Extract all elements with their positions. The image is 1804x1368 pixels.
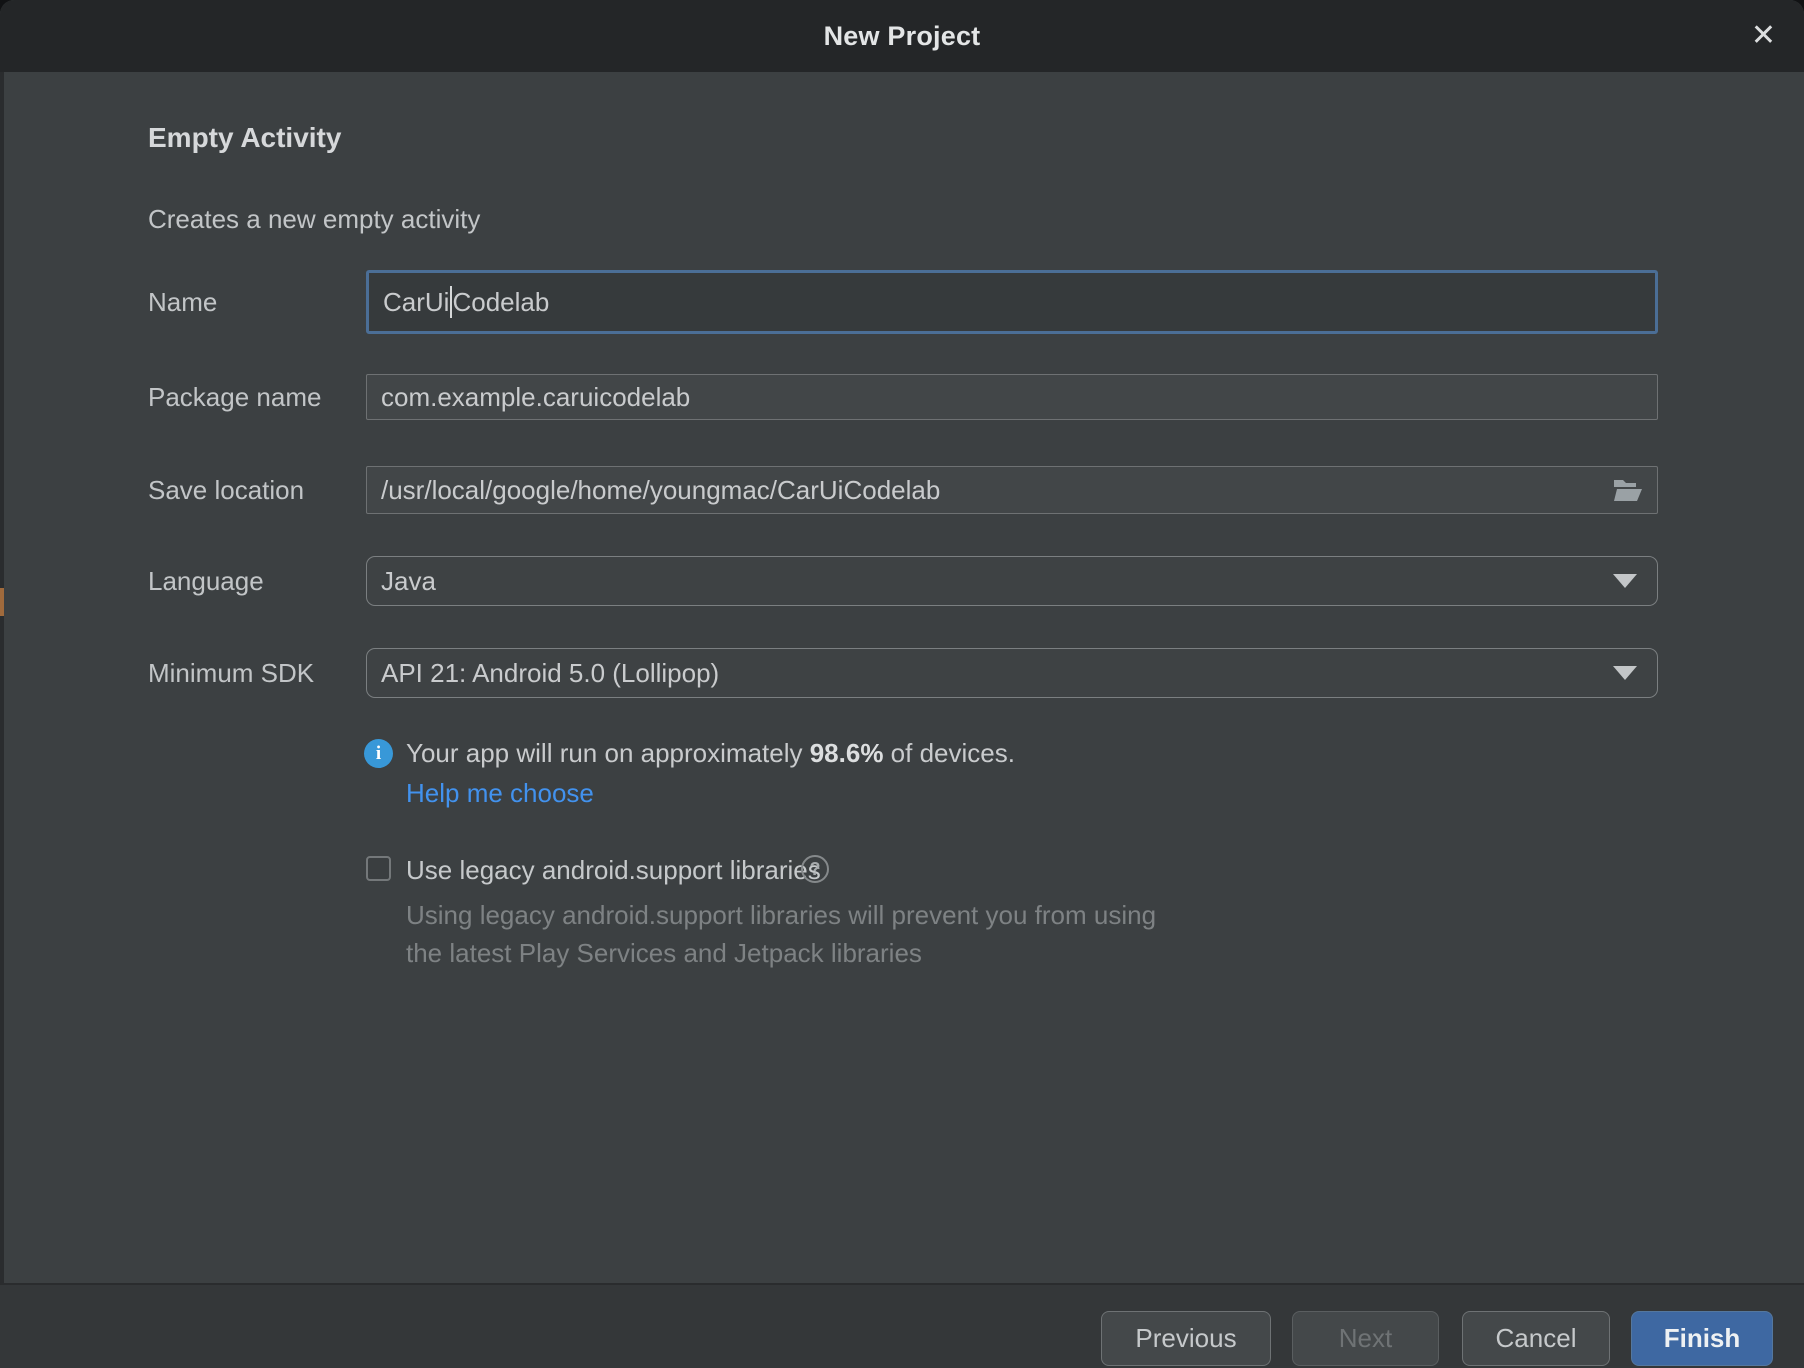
language-dropdown[interactable]: Java	[366, 556, 1658, 606]
left-edge-artifact	[0, 588, 4, 616]
next-button[interactable]: Next	[1292, 1311, 1439, 1366]
sdk-coverage-before: Your app will run on approximately	[406, 738, 810, 768]
sdk-coverage-after: of devices.	[883, 738, 1015, 768]
close-icon[interactable]: ✕	[1751, 21, 1776, 51]
chevron-down-icon	[1613, 666, 1637, 680]
legacy-support-checkbox[interactable]	[366, 856, 391, 881]
minimum-sdk-dropdown[interactable]: API 21: Android 5.0 (Lollipop)	[366, 648, 1658, 698]
open-folder-icon	[1613, 477, 1643, 503]
window-left-edge	[0, 72, 4, 1368]
package-name-input[interactable]: com.example.caruicodelab	[366, 374, 1658, 420]
minimum-sdk-value: API 21: Android 5.0 (Lollipop)	[381, 658, 719, 689]
legacy-description-line1: Using legacy android.support libraries w…	[406, 900, 1156, 931]
dialog-title: New Project	[824, 21, 981, 52]
titlebar: New Project ✕	[0, 0, 1804, 72]
finish-button[interactable]: Finish	[1631, 1311, 1773, 1366]
info-icon: i	[364, 739, 393, 768]
new-project-dialog: New Project ✕ Empty Activity Creates a n…	[0, 0, 1804, 1368]
chevron-down-icon	[1613, 574, 1637, 588]
cancel-button[interactable]: Cancel	[1462, 1311, 1610, 1366]
language-value: Java	[381, 566, 436, 597]
legacy-support-label: Use legacy android.support libraries	[406, 854, 821, 886]
page-subtitle: Creates a new empty activity	[148, 204, 480, 235]
sdk-coverage-text: Your app will run on approximately 98.6%…	[406, 738, 1015, 769]
minimum-sdk-label: Minimum SDK	[148, 655, 314, 691]
package-name-value: com.example.caruicodelab	[381, 382, 690, 413]
dialog-footer: Previous Next Cancel Finish	[0, 1283, 1804, 1368]
sdk-coverage-percent: 98.6%	[810, 738, 884, 768]
language-label: Language	[148, 563, 264, 599]
help-me-choose-link[interactable]: Help me choose	[406, 778, 594, 809]
save-location-value: /usr/local/google/home/youngmac/CarUiCod…	[381, 475, 940, 506]
save-location-label: Save location	[148, 472, 304, 508]
package-name-label: Package name	[148, 379, 321, 415]
save-location-input[interactable]: /usr/local/google/home/youngmac/CarUiCod…	[366, 466, 1658, 514]
name-value-before-caret: CarUi	[383, 287, 449, 318]
name-label: Name	[148, 284, 217, 320]
page-title: Empty Activity	[148, 122, 341, 154]
name-value-after-caret: Codelab	[452, 287, 549, 318]
previous-button[interactable]: Previous	[1101, 1311, 1271, 1366]
name-input[interactable]: CarUiCodelab	[366, 270, 1658, 334]
legacy-description-line2: the latest Play Services and Jetpack lib…	[406, 938, 922, 969]
browse-folder-button[interactable]	[1611, 475, 1645, 505]
help-icon[interactable]: ?	[801, 855, 829, 883]
